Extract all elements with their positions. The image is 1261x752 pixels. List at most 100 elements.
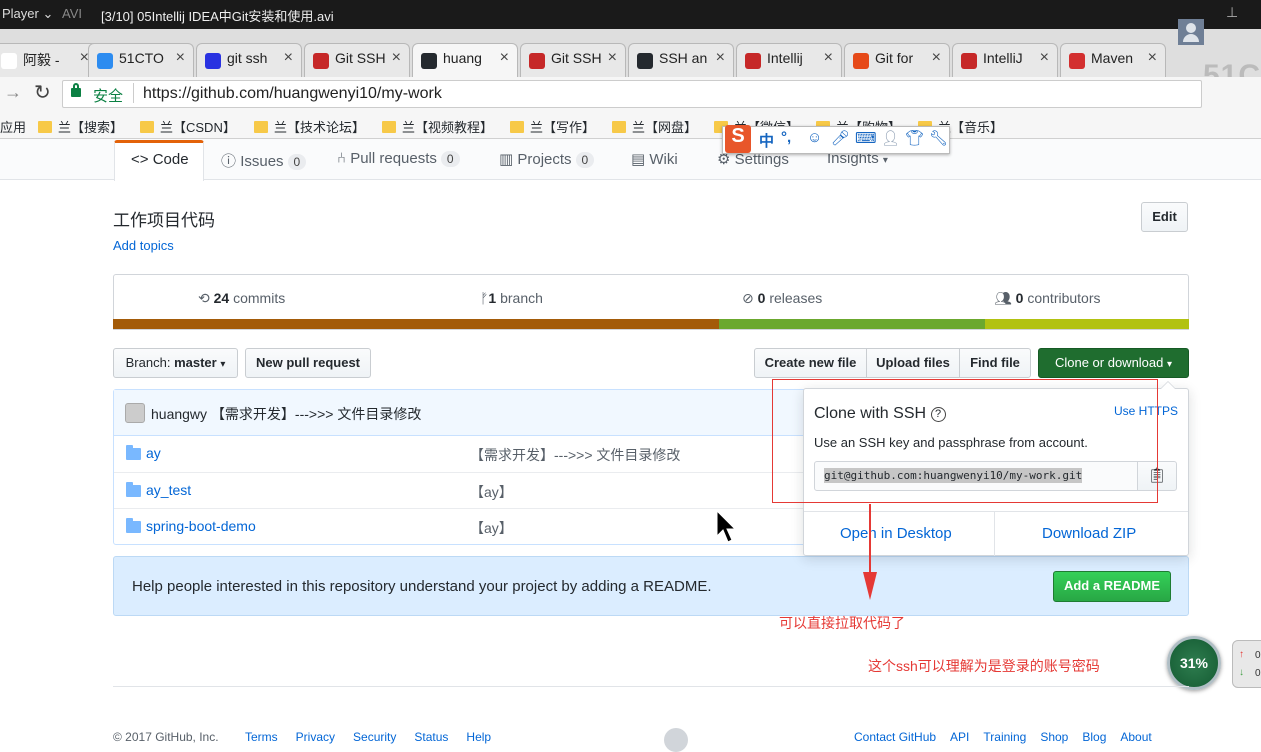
github-logo-icon[interactable] [664,728,688,752]
microphone-icon[interactable]: 🎤︎ [831,129,850,147]
footer-link[interactable]: Terms [245,730,278,744]
user-icon[interactable]: 👤︎ [881,129,900,147]
tab-issues[interactable]: ⓘ Issues 0 [221,150,307,171]
browser-tab[interactable]: huang × [412,43,518,77]
footer-link[interactable]: Shop [1040,730,1068,744]
bookmark-item[interactable]: 兰【CSDN】 [140,117,236,136]
bookmark-item[interactable]: 应用 [0,117,26,136]
language-segment[interactable] [718,319,985,329]
contributors-link[interactable]: 👥︎ 0 contributors [994,290,1101,307]
language-segment[interactable] [113,319,719,329]
tab-pull-requests[interactable]: ⑃ Pull requests 0 [337,150,460,167]
tab-close-icon[interactable]: × [284,49,293,67]
clone-download-button[interactable]: Clone or download ▾ [1038,348,1189,378]
player-title-bar: Player ⌄ AVI [3/10] 05Intellij IDEA中Git安… [0,0,1261,29]
tab-wiki[interactable]: ▤ Wiki [631,150,678,168]
bookmark-label: 兰【技术论坛】 [274,120,366,135]
footer-link[interactable]: Privacy [296,730,335,744]
file-commit-message[interactable]: 【需求开发】--->>> 文件目录修改 [470,445,680,465]
reload-icon[interactable]: ↻ [34,80,51,105]
create-file-button[interactable]: Create new file [754,348,867,378]
tab-close-icon[interactable]: × [392,49,401,67]
find-file-button[interactable]: Find file [959,348,1031,378]
code-icon: <> [131,151,149,168]
url-text[interactable]: https://github.com/huangwenyi10/my-work [143,85,442,103]
annotation-arrow [863,504,877,600]
sogou-logo-icon[interactable]: S [725,125,751,153]
file-name[interactable]: spring-boot-demo [146,518,256,534]
tab-close-icon[interactable]: × [1040,49,1049,67]
url-box[interactable]: 安全 https://github.com/huangwenyi10/my-wo… [62,80,1202,108]
edit-button[interactable]: Edit [1141,202,1188,232]
footer-link[interactable]: API [950,730,969,744]
browser-tab[interactable]: Git SSH × [520,43,626,77]
emoji-icon[interactable]: ☺ [807,129,822,146]
footer-link[interactable]: About [1120,730,1151,744]
tab-close-icon[interactable]: × [716,49,725,67]
upload-files-button[interactable]: Upload files [866,348,960,378]
file-name[interactable]: ay [146,445,161,461]
bookmark-item[interactable]: 兰【技术论坛】 [254,117,365,136]
punctuation-icon[interactable]: °, [781,129,791,146]
file-name[interactable]: ay_test [146,482,191,498]
tab-label: Git SSH [551,50,602,66]
bookmark-item[interactable]: 兰【写作】 [510,117,595,136]
browser-tab[interactable]: Maven × [1060,43,1166,77]
tab-close-icon[interactable]: × [500,49,509,67]
profile-icon[interactable] [1178,19,1204,45]
avatar[interactable] [125,403,145,423]
bookmark-item[interactable]: 兰【搜索】 [38,117,123,136]
add-topics-link[interactable]: Add topics [113,238,174,253]
keyboard-icon[interactable]: ⌨ [855,129,877,147]
tab-close-icon[interactable]: × [176,49,185,67]
branch-select[interactable]: Branch: master ▾ [113,348,238,378]
tab-close-icon[interactable]: × [824,49,833,67]
speed-gauge[interactable]: 31% [1167,636,1221,690]
footer-link[interactable]: Contact GitHub [854,730,936,744]
browser-tab[interactable]: IntelliJ × [952,43,1058,77]
footer-link[interactable]: Help [466,730,491,744]
browser-tab[interactable]: 51CTO × [88,43,194,77]
pin-icon[interactable]: ⊥ [1226,4,1238,21]
footer-link[interactable]: Status [414,730,448,744]
footer-link[interactable]: Security [353,730,396,744]
footer-link[interactable]: Training [983,730,1026,744]
commit-message[interactable]: 【需求开发】--->>> 文件目录修改 [211,406,421,422]
download-zip-link[interactable]: Download ZIP [1042,525,1136,542]
commits-link[interactable]: ⟲ 24 commits [198,290,285,307]
browser-tab[interactable]: 阿毅 - × [0,43,98,77]
commit-author[interactable]: huangwy [151,406,207,422]
add-readme-button[interactable]: Add a README [1053,571,1171,602]
format-label: AVI [62,6,82,21]
language-bar[interactable] [113,319,1189,329]
tab-code[interactable]: <> Code [114,140,204,181]
file-commit-message[interactable]: 【ay】 [470,482,513,502]
language-segment[interactable] [984,319,1189,329]
browser-tab[interactable]: Intellij × [736,43,842,77]
browser-tab[interactable]: SSH an × [628,43,734,77]
footer-link[interactable]: Blog [1082,730,1106,744]
secure-label: 安全 [93,88,124,105]
wrench-icon[interactable]: 🔧︎ [929,129,948,147]
browser-tab[interactable]: Git SSH × [304,43,410,77]
open-desktop-link[interactable]: Open in Desktop [840,525,952,542]
releases-link[interactable]: ⊘ 0 releases [742,290,822,307]
player-menu[interactable]: Player ⌄ [2,6,53,22]
ime-mode[interactable]: 中 [759,130,774,151]
browser-tab[interactable]: git ssh × [196,43,302,77]
branches-link[interactable]: ᚠ1 branch [480,290,543,306]
tab-close-icon[interactable]: × [1148,49,1157,67]
shirt-icon[interactable]: 👕︎ [905,129,924,147]
forward-arrow-icon[interactable]: → [4,82,22,103]
tab-label: Intellij [767,50,803,66]
pull-request-icon: ⑃ [337,150,347,167]
people-icon: 👥︎ [994,290,1012,306]
tab-close-icon[interactable]: × [932,49,941,67]
tab-close-icon[interactable]: × [608,49,617,67]
bookmark-item[interactable]: 兰【网盘】 [612,117,697,136]
browser-tab[interactable]: Git for × [844,43,950,77]
bookmark-item[interactable]: 兰【视频教程】 [382,117,493,136]
tab-projects[interactable]: ▥ Projects 0 [499,150,595,168]
file-commit-message[interactable]: 【ay】 [470,518,513,538]
new-pull-request-button[interactable]: New pull request [245,348,371,378]
